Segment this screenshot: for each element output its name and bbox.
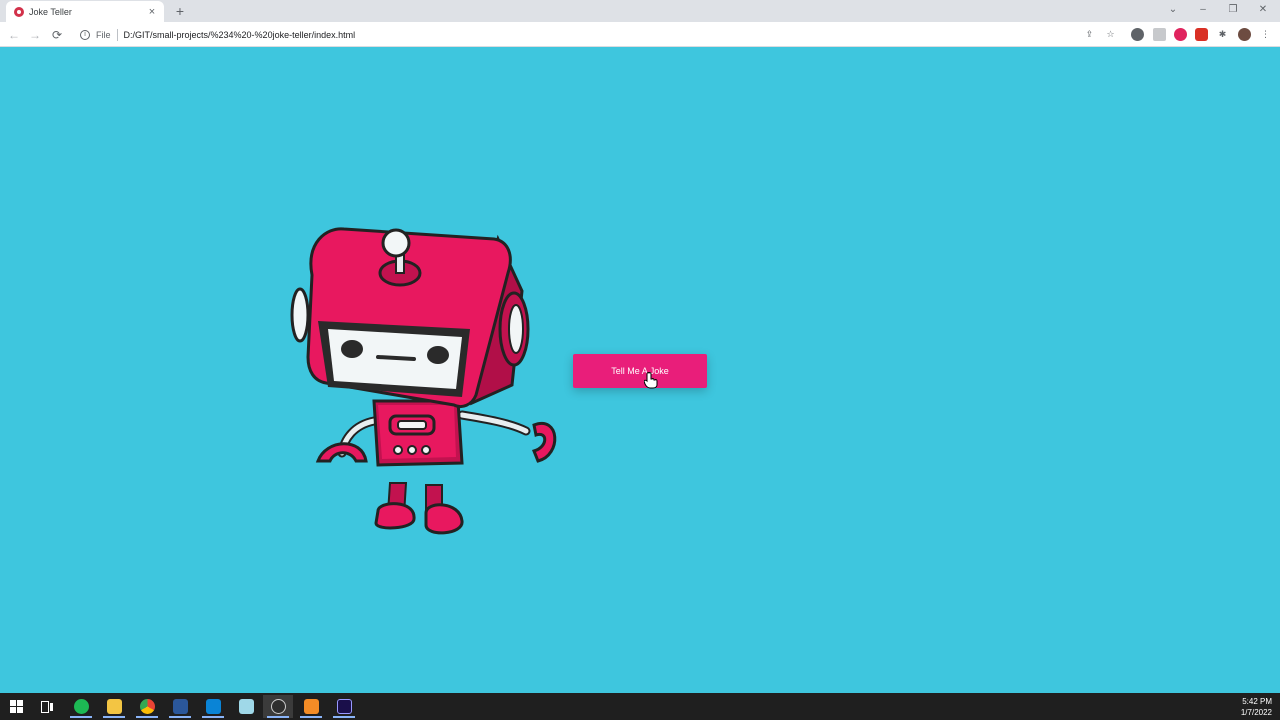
pinterest-extension-icon[interactable] xyxy=(1131,28,1144,41)
new-tab-button[interactable]: + xyxy=(172,3,188,19)
bookmark-star-icon[interactable]: ☆ xyxy=(1104,28,1117,41)
start-icon[interactable] xyxy=(1,695,31,718)
windows-logo-icon xyxy=(9,700,23,713)
address-url[interactable]: D:/GIT/small-projects/%234%20-%20joke-te… xyxy=(124,30,356,40)
notepad-icon[interactable] xyxy=(231,695,261,718)
word-icon[interactable] xyxy=(165,695,195,718)
vscode-icon[interactable] xyxy=(198,695,228,718)
window-close-button[interactable]: ✕ xyxy=(1252,2,1274,18)
address-scheme: File xyxy=(96,29,111,40)
profile-avatar[interactable] xyxy=(1238,28,1251,41)
adblock-extension-icon[interactable] xyxy=(1174,28,1187,41)
info-icon[interactable]: i xyxy=(80,29,90,40)
tell-joke-button[interactable]: Tell Me A Joke xyxy=(573,354,707,388)
restore-button[interactable]: ❐ xyxy=(1222,2,1244,18)
tab-close-icon[interactable]: × xyxy=(146,6,158,18)
address-divider xyxy=(116,28,118,41)
favicon-icon xyxy=(14,6,24,17)
reload-button[interactable]: ⟳ xyxy=(49,27,65,43)
minimize-button[interactable]: – xyxy=(1192,2,1214,18)
sublime-icon[interactable] xyxy=(296,695,326,718)
extension-icon[interactable] xyxy=(1153,28,1166,41)
word-glyph-icon xyxy=(172,699,188,714)
obs-glyph-icon xyxy=(270,699,286,714)
menu-kebab-icon[interactable]: ⋮ xyxy=(1259,28,1272,41)
extensions-puzzle-icon[interactable]: ✱ xyxy=(1216,28,1229,41)
premiere-icon[interactable] xyxy=(329,695,359,718)
back-button[interactable]: ← xyxy=(6,27,22,43)
task-view-icon[interactable] xyxy=(32,695,62,718)
robot-illustration xyxy=(290,227,557,535)
clock-date: 1/7/2022 xyxy=(1240,708,1272,717)
premiere-glyph-icon xyxy=(336,699,352,714)
tab-joke-teller[interactable]: Joke Teller × xyxy=(6,1,164,22)
tab-search-icon[interactable]: ⌄ xyxy=(1162,2,1184,18)
share-icon[interactable]: ⇪ xyxy=(1083,28,1096,41)
sublime-glyph-icon xyxy=(303,699,319,714)
chrome-icon[interactable] xyxy=(132,695,162,718)
folder-icon xyxy=(106,699,122,714)
windows-taskbar: 5:42 PM 1/7/2022 xyxy=(0,693,1280,720)
vscode-glyph-icon xyxy=(205,699,221,714)
file-explorer-icon[interactable] xyxy=(99,695,129,718)
task-view-glyph-icon xyxy=(40,700,53,713)
clock-time: 5:42 PM xyxy=(1242,697,1272,706)
spotify-icon[interactable] xyxy=(66,695,96,718)
obs-icon[interactable] xyxy=(263,695,293,718)
forward-button[interactable]: → xyxy=(27,27,43,43)
tab-title: Joke Teller xyxy=(29,6,72,17)
address-bar[interactable]: i File D:/GIT/small-projects/%234%20-%20… xyxy=(72,25,1130,44)
notepad-glyph-icon xyxy=(238,699,254,714)
page-body: Tell Me A Joke xyxy=(0,47,1280,693)
browser-toolbar: ← → ⟳ i File D:/GIT/small-projects/%234%… xyxy=(0,22,1280,47)
video-extension-icon[interactable] xyxy=(1195,28,1208,41)
chrome-glyph-icon xyxy=(139,699,155,714)
tab-strip: Joke Teller × + ⌄ – ❐ ✕ xyxy=(0,0,1280,22)
spotify-glyph-icon xyxy=(73,699,89,714)
system-clock[interactable]: 5:42 PM 1/7/2022 xyxy=(1241,696,1272,718)
